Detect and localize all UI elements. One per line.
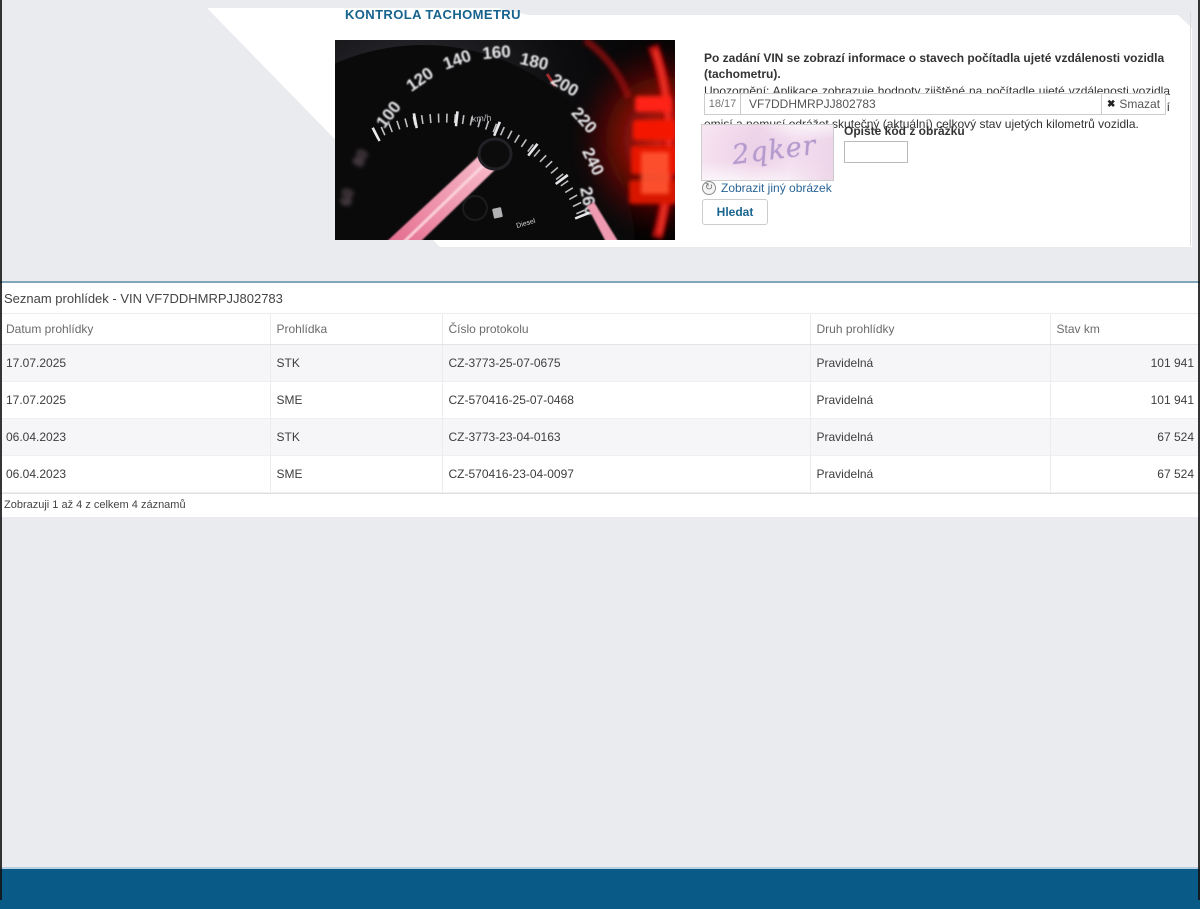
cell-km: 101 941 <box>1050 345 1200 382</box>
clear-button-label: Smazat <box>1119 97 1160 111</box>
cell-km: 67 524 <box>1050 456 1200 493</box>
vin-input-group: 18/17 ✖ Smazat <box>704 93 1166 115</box>
panel-border <box>1190 12 1191 246</box>
cell-date: 06.04.2023 <box>0 419 270 456</box>
screen-edge-left <box>0 0 2 900</box>
cell-km: 101 941 <box>1050 382 1200 419</box>
speedometer-image: 100 120 140 160 180 200 220 240 260 80 6… <box>335 40 675 240</box>
table-row: 06.04.2023 SME CZ-570416-23-04-0097 Prav… <box>0 456 1200 493</box>
speedometer-unit-label: km/h <box>471 113 491 124</box>
captcha-image: 2qker <box>701 124 834 181</box>
col-header-type: Druh prohlídky <box>810 314 1050 345</box>
captcha-input[interactable] <box>844 141 908 163</box>
cell-type: Pravidelná <box>810 419 1050 456</box>
clear-button[interactable]: ✖ Smazat <box>1102 93 1166 115</box>
cell-type: Pravidelná <box>810 345 1050 382</box>
table-row: 17.07.2025 STK CZ-3773-25-07-0675 Pravid… <box>0 345 1200 382</box>
cell-type: Pravidelná <box>810 382 1050 419</box>
captcha-code-text: 2qker <box>730 130 818 171</box>
cell-date: 06.04.2023 <box>0 456 270 493</box>
inspections-table: Datum prohlídky Prohlídka Číslo protokol… <box>0 314 1200 493</box>
content-background <box>0 517 1200 867</box>
cell-protocol: CZ-570416-25-07-0468 <box>442 382 810 419</box>
intro-lead: Po zadání VIN se zobrazí informace o sta… <box>704 50 1170 83</box>
captcha-label: Opište kód z obrázku <box>844 124 965 138</box>
vin-input[interactable] <box>740 93 1102 115</box>
header-section: KONTROLA TACHOMETRU <box>0 0 1200 281</box>
refresh-captcha-link[interactable]: ↻ Zobrazit jiný obrázek <box>702 181 832 195</box>
cell-protocol: CZ-570416-23-04-0097 <box>442 456 810 493</box>
results-section: Seznam prohlídek - VIN VF7DDHMRPJJ802783… <box>0 281 1200 517</box>
cell-date: 17.07.2025 <box>0 382 270 419</box>
cell-inspection: SME <box>270 456 442 493</box>
footer-bar <box>0 869 1200 909</box>
cell-inspection: SME <box>270 382 442 419</box>
cell-protocol: CZ-3773-23-04-0163 <box>442 419 810 456</box>
col-header-inspection: Prohlídka <box>270 314 442 345</box>
cell-date: 17.07.2025 <box>0 345 270 382</box>
table-row: 17.07.2025 SME CZ-570416-25-07-0468 Prav… <box>0 382 1200 419</box>
cell-inspection: STK <box>270 345 442 382</box>
col-header-protocol: Číslo protokolu <box>442 314 810 345</box>
col-header-km: Stav km <box>1050 314 1200 345</box>
col-header-date: Datum prohlídky <box>0 314 270 345</box>
search-button[interactable]: Hledat <box>702 199 768 225</box>
cell-km: 67 524 <box>1050 419 1200 456</box>
cell-type: Pravidelná <box>810 456 1050 493</box>
table-header-row: Datum prohlídky Prohlídka Číslo protokol… <box>0 314 1200 345</box>
results-summary: Zobrazuji 1 až 4 z celkem 4 záznamů <box>0 493 1200 517</box>
speedometer-faint-number: 60 <box>338 188 358 207</box>
vin-char-counter: 18/17 <box>704 93 740 115</box>
intro-text: Po zadání VIN se zobrazí informace o sta… <box>704 50 1170 132</box>
cell-protocol: CZ-3773-25-07-0675 <box>442 345 810 382</box>
refresh-icon: ↻ <box>702 181 716 195</box>
page-title: KONTROLA TACHOMETRU <box>345 7 521 22</box>
speedometer-number: 160 <box>482 42 512 63</box>
clear-x-icon: ✖ <box>1107 99 1115 110</box>
cell-inspection: STK <box>270 419 442 456</box>
table-row: 06.04.2023 STK CZ-3773-23-04-0163 Pravid… <box>0 419 1200 456</box>
refresh-link-label: Zobrazit jiný obrázek <box>721 181 832 195</box>
results-title: Seznam prohlídek - VIN VF7DDHMRPJJ802783 <box>0 283 1200 314</box>
